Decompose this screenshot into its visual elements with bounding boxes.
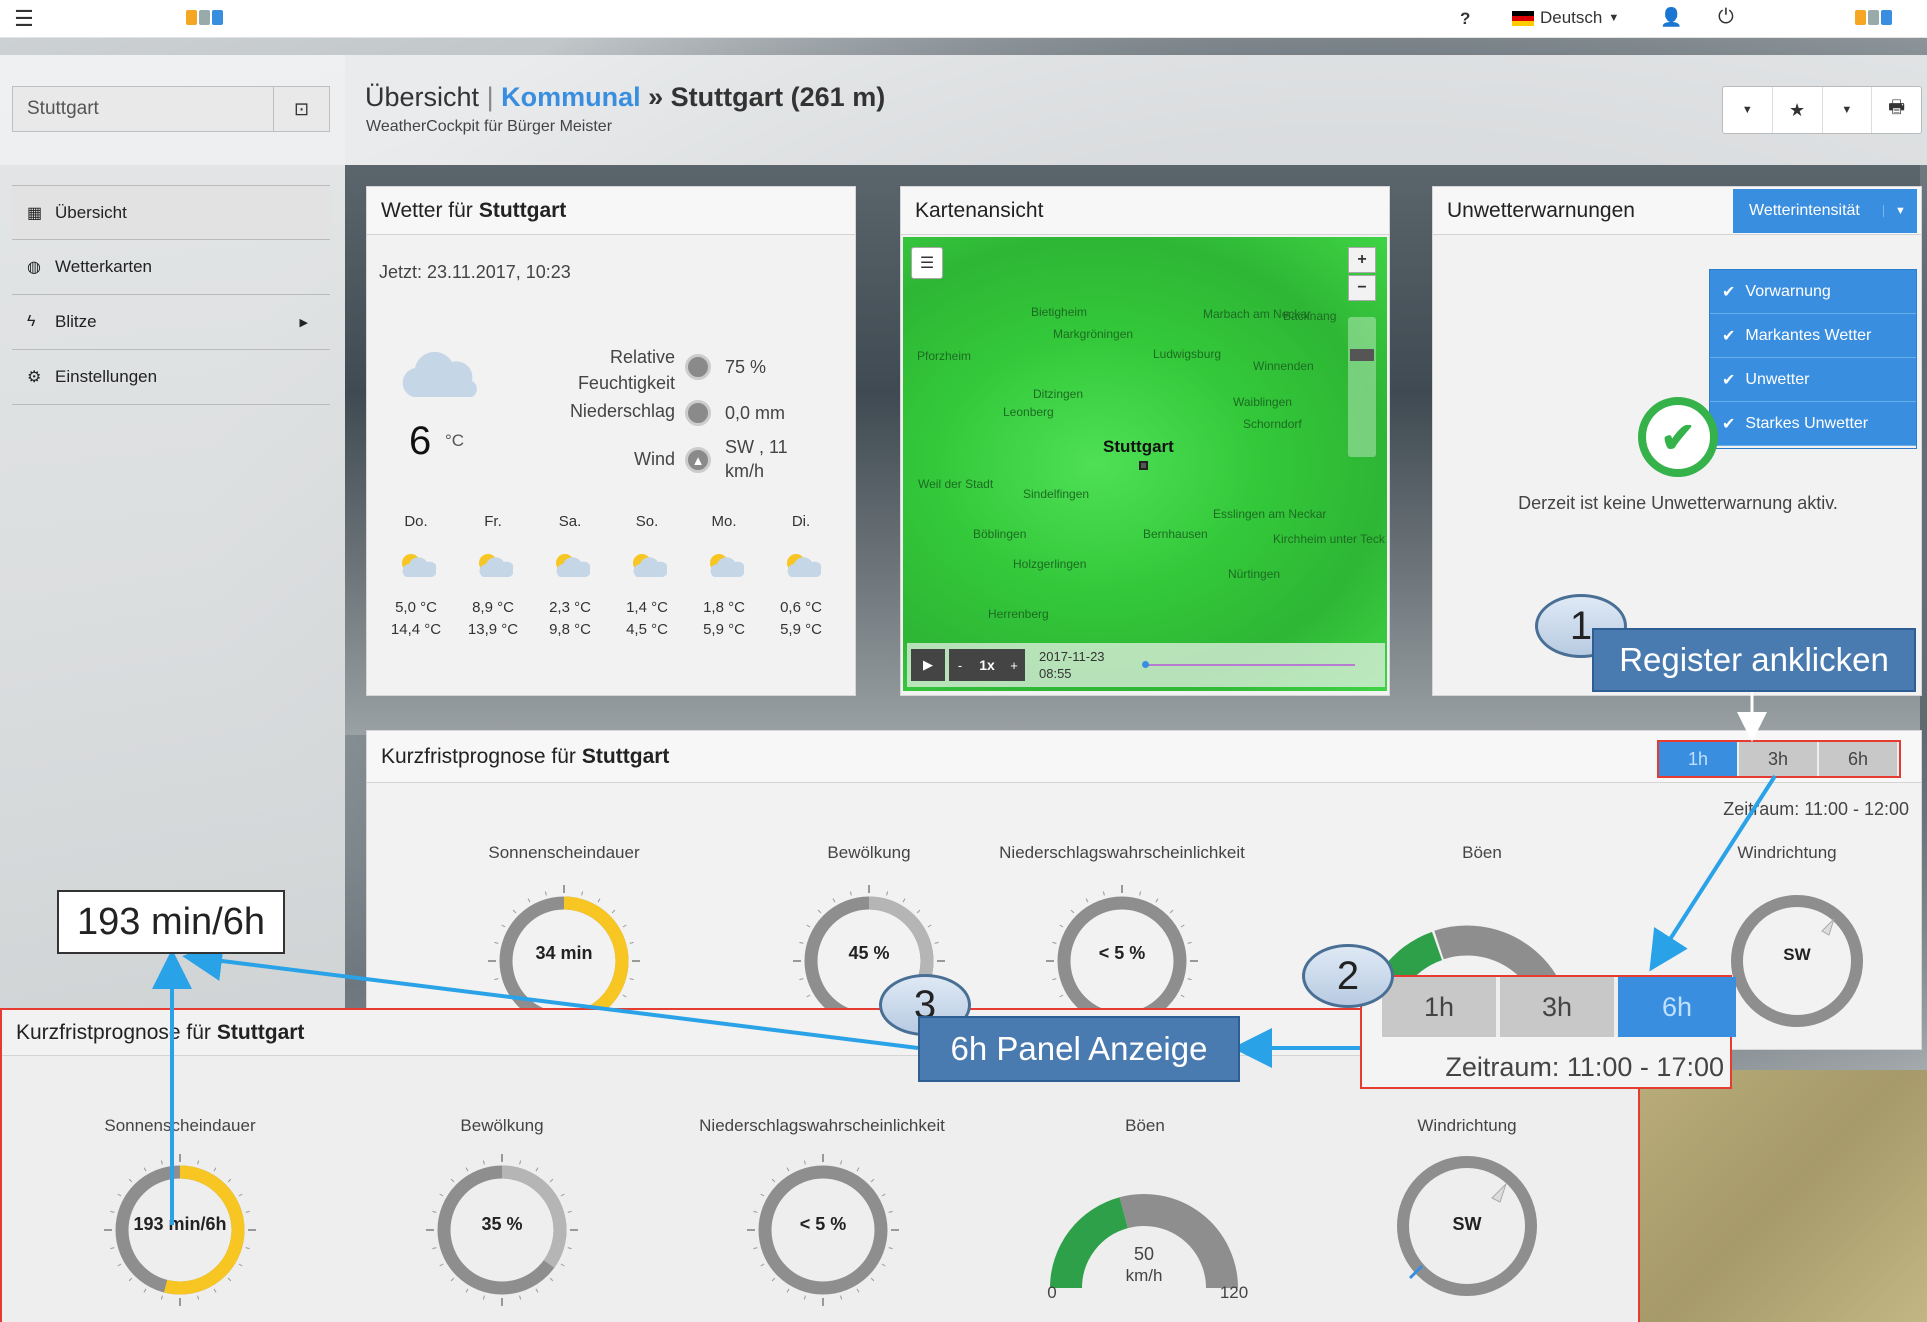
zoomed-sun-value: 193 min/6h [57, 890, 285, 954]
step-1-callout: Register anklicken [1592, 628, 1916, 692]
step-3-callout: 6h Panel Anzeige [918, 1016, 1240, 1082]
step-2-bubble: 2 [1302, 944, 1394, 1008]
